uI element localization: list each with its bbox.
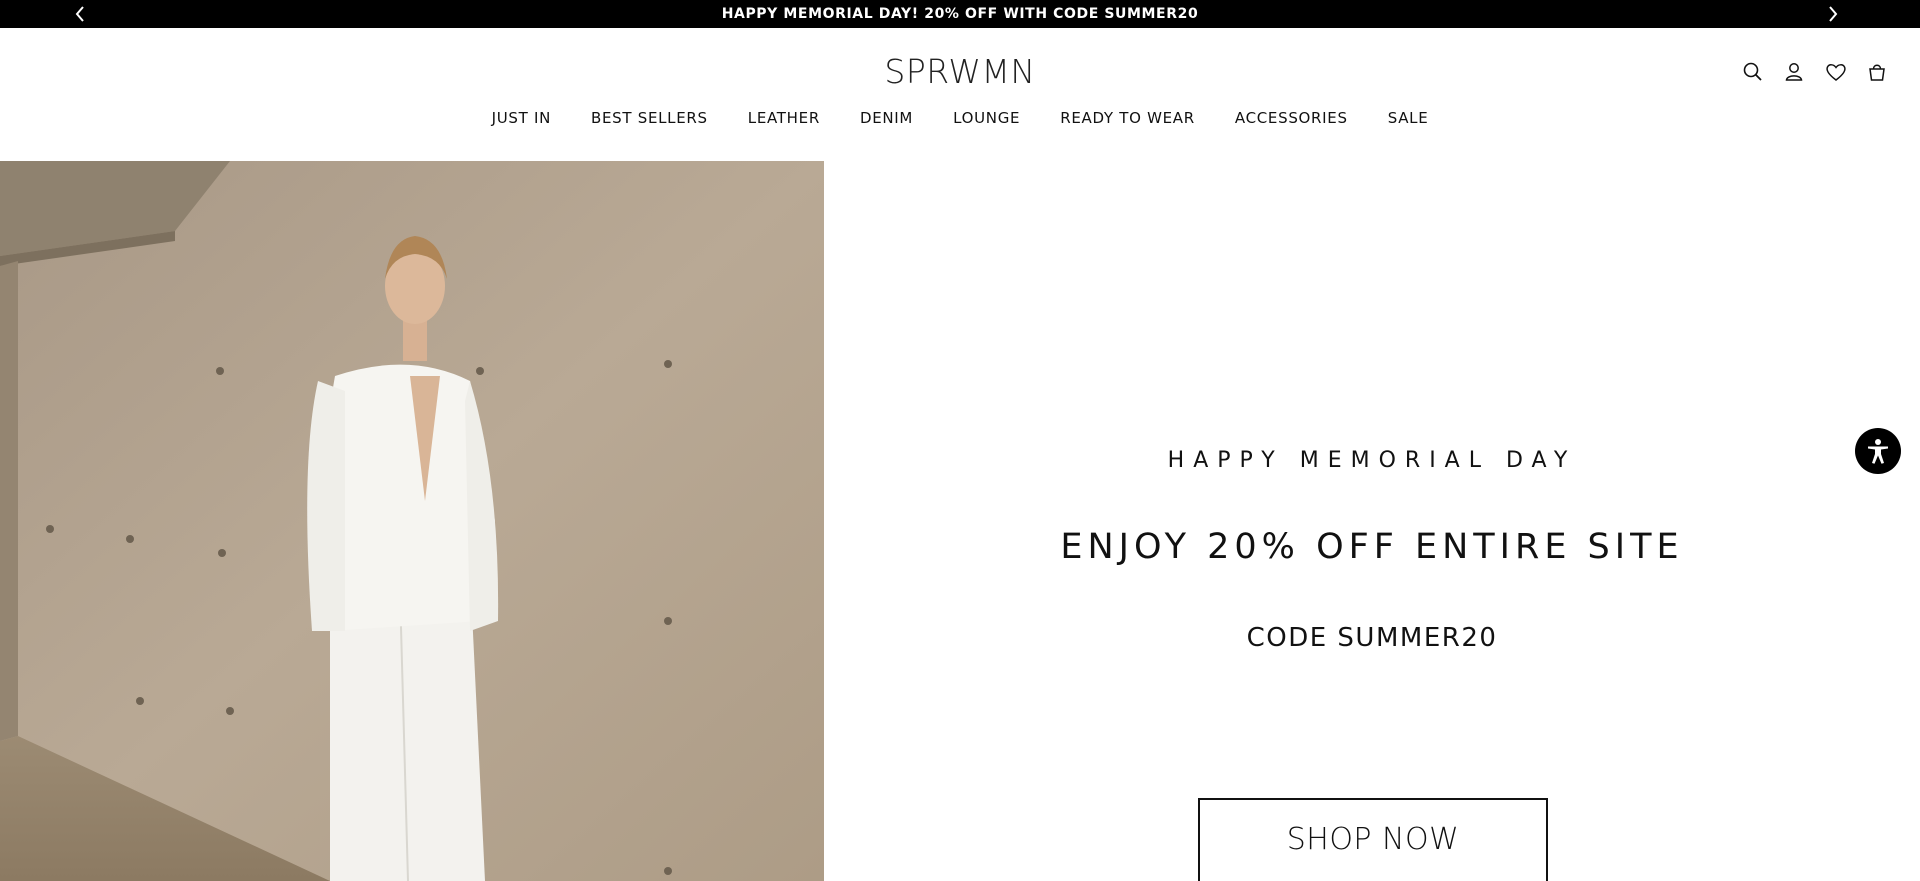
announcement-next-button[interactable] xyxy=(1815,0,1851,28)
shopping-bag-icon xyxy=(1869,64,1885,81)
nav-item-lounge[interactable]: LOUNGE xyxy=(933,106,1040,130)
wishlist-button[interactable] xyxy=(1823,59,1849,85)
accessibility-icon xyxy=(1868,439,1888,464)
hero-photo-illustration xyxy=(0,161,824,881)
nav-item-denim[interactable]: DENIM xyxy=(840,106,933,130)
announcement-text[interactable]: HAPPY MEMORIAL DAY! 20% OFF WITH CODE SU… xyxy=(722,6,1199,22)
nav-item-sale[interactable]: SALE xyxy=(1368,106,1449,130)
nav-item-accessories[interactable]: ACCESSORIES xyxy=(1215,106,1368,130)
promo-code: CODE SUMMER20 xyxy=(824,623,1920,653)
main-nav: JUST IN BEST SELLERS LEATHER DENIM LOUNG… xyxy=(0,106,1920,130)
accessibility-button[interactable] xyxy=(1855,428,1901,474)
nav-item-leather[interactable]: LEATHER xyxy=(728,106,840,130)
promo-code-label: CODE xyxy=(1246,623,1328,653)
shop-now-button[interactable]: SHOP NOW xyxy=(1198,798,1548,881)
announcement-bar: HAPPY MEMORIAL DAY! 20% OFF WITH CODE SU… xyxy=(0,0,1920,28)
promo-section: HAPPY MEMORIAL DAY ENJOY 20% OFF ENTIRE … xyxy=(824,161,1920,881)
promo-kicker: HAPPY MEMORIAL DAY xyxy=(1167,448,1577,473)
nav-item-best-sellers[interactable]: BEST SELLERS xyxy=(571,106,728,130)
wishlist-heart-icon xyxy=(1825,64,1846,81)
announcement-prev-button[interactable] xyxy=(62,0,98,28)
nav-item-just-in[interactable]: JUST IN xyxy=(472,106,571,130)
account-button[interactable] xyxy=(1781,59,1807,85)
promo-headline: ENJOY 20% OFF ENTIRE SITE xyxy=(1060,527,1684,567)
chevron-left-icon xyxy=(75,6,84,22)
promo-code-value: SUMMER20 xyxy=(1337,623,1498,653)
hero-image[interactable] xyxy=(0,161,824,881)
nav-item-ready-to-wear[interactable]: READY TO WEAR xyxy=(1040,106,1215,130)
chevron-right-icon xyxy=(1829,6,1838,22)
account-icon xyxy=(1786,63,1803,81)
search-icon xyxy=(1743,62,1762,81)
header-icons xyxy=(1740,58,1890,86)
site-logo[interactable]: SPRWMN xyxy=(0,52,1920,91)
cart-button[interactable] xyxy=(1864,59,1890,85)
search-button[interactable] xyxy=(1740,59,1766,85)
